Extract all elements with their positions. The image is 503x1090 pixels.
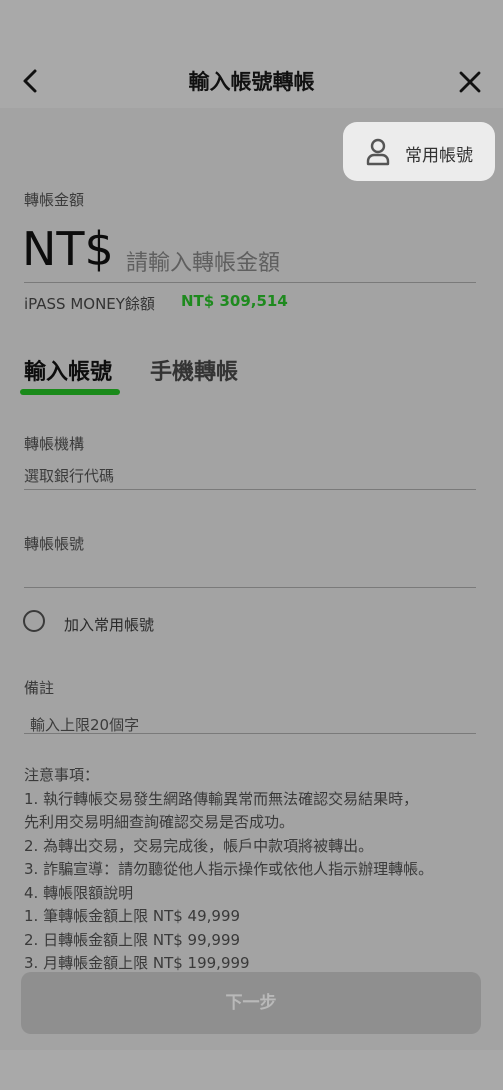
notes-section: 注意事項： 1. 執行轉帳交易發生網路傳輸異常而無法確認交易結果時， 先利用交易… (24, 764, 484, 976)
balance-label: iPASS MONEY餘額 (24, 295, 155, 313)
account-underline (24, 587, 476, 588)
favorite-accounts-label: 常用帳號 (405, 146, 473, 166)
tab-account-transfer[interactable]: 輸入帳號 (24, 354, 112, 386)
account-label: 轉帳帳號 (24, 535, 85, 553)
add-favorite-label: 加入常用帳號 (64, 616, 155, 634)
notes-line: 2. 為轉出交易，交易完成後，帳戶中款項將被轉出。 (24, 836, 374, 855)
notes-line: 2. 日轉帳金額上限 NT$ 99,999 (24, 930, 241, 949)
close-icon (459, 71, 481, 93)
memo-underline (24, 733, 476, 734)
account-input[interactable] (24, 562, 476, 584)
person-icon (366, 138, 390, 166)
top-bar: 輸入帳號轉帳 (0, 0, 503, 108)
notes-line: 1. 執行轉帳交易發生網路傳輸異常而無法確認交易結果時， (24, 789, 419, 808)
active-tab-indicator (20, 389, 120, 395)
amount-underline (24, 282, 476, 283)
memo-label: 備註 (24, 679, 55, 697)
bank-select[interactable]: 選取銀行代碼 (24, 465, 114, 486)
amount-label: 轉帳金額 (24, 191, 85, 209)
page-title: 輸入帳號轉帳 (188, 70, 315, 94)
next-button[interactable]: 下一步 (21, 972, 481, 1034)
currency-symbol: NT$ (22, 222, 114, 276)
balance-value: NT$ 309,514 (181, 292, 288, 310)
notes-line: 3. 詐騙宣導：請勿聽從他人指示操作或依他人指示辦理轉帳。 (24, 860, 434, 878)
amount-input[interactable]: 請輸入轉帳金額 (126, 245, 280, 277)
notes-title: 注意事項： (24, 766, 100, 784)
tab-mobile-transfer[interactable]: 手機轉帳 (150, 354, 238, 386)
add-favorite-radio[interactable] (23, 610, 45, 632)
close-button[interactable] (456, 68, 484, 96)
favorite-accounts-button[interactable]: 常用帳號 (343, 122, 495, 181)
memo-input[interactable]: 輸入上限20個字 (30, 714, 139, 735)
bank-label: 轉帳機構 (24, 435, 85, 453)
bottom-strip (0, 1050, 503, 1090)
notes-line: 1. 筆轉帳金額上限 NT$ 49,999 (24, 907, 241, 925)
bank-underline (24, 489, 476, 490)
notes-line: 先利用交易明細查詢確認交易是否成功。 (24, 813, 295, 831)
notes-line: 4. 轉帳限額說明 (24, 883, 134, 902)
